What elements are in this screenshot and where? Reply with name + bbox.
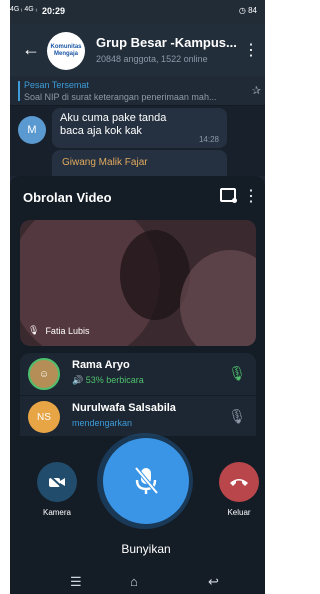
panel-title: Obrolan Video xyxy=(23,190,112,205)
back-nav-icon[interactable]: ↩ xyxy=(208,574,219,590)
mic-icon: 🎙 xyxy=(228,365,246,381)
status-time: 20:29 xyxy=(42,6,66,16)
message-text: Aku cuma pake tanda baca aja kok kak xyxy=(60,112,167,137)
home-icon[interactable]: ⌂ xyxy=(130,574,138,589)
participant-name: Rama Aryo xyxy=(72,359,130,371)
leave-label: Keluar xyxy=(227,508,251,517)
participant-row[interactable]: NS Nurulwafa Salsabila mendengarkan 🎙 xyxy=(20,396,256,436)
pinned-message[interactable]: Pesan Tersemat Soal NIP di surat keteran… xyxy=(10,76,265,106)
unmute-button[interactable] xyxy=(103,438,189,524)
muted-mic-icon: 🎙 xyxy=(28,325,40,335)
chat-area: M Aku cuma pake tanda baca aja kok kak 1… xyxy=(10,106,265,176)
message-avatar[interactable]: M xyxy=(18,116,46,144)
message-bubble[interactable]: Giwang Malik Fajar xyxy=(52,150,227,176)
menu-icon[interactable]: ☰ xyxy=(70,574,82,590)
status-bar: 4G ᵢ 4G ᵢ 20:29 ◷ 84 xyxy=(10,0,265,24)
mic-icon: 🎙 xyxy=(228,408,246,424)
video-blur xyxy=(180,250,256,346)
pinned-text: Soal NIP di surat keterangan penerimaan … xyxy=(24,92,217,102)
phone-screen: 4G ᵢ 4G ᵢ 20:29 ◷ 84 ← Komunitas Mengaja… xyxy=(10,0,265,594)
message-time: 14:28 xyxy=(198,135,219,144)
pinned-title: Pesan Tersemat xyxy=(24,80,89,90)
mic-off-icon xyxy=(134,466,159,495)
participant-status: 🔊 53% berbicara xyxy=(72,375,144,385)
group-avatar[interactable]: Komunitas Mengaja xyxy=(47,32,85,70)
camera-off-icon xyxy=(49,475,65,489)
video-name-label: 🎙 Fatia Lubis xyxy=(28,325,89,336)
group-subtitle: 20848 anggota, 1522 online xyxy=(96,54,208,64)
leave-button[interactable] xyxy=(219,462,259,502)
battery-indicator: ◷ 84 xyxy=(238,6,257,15)
pin-icon[interactable]: ✰ xyxy=(252,84,261,97)
video-tile[interactable]: 🎙 Fatia Lubis xyxy=(20,220,256,346)
avatar: ☺ xyxy=(28,358,60,390)
participant-name: Nurulwafa Salsabila xyxy=(72,402,176,414)
camera-button[interactable] xyxy=(37,462,77,502)
signal-indicator: 4G ᵢ 4G ᵢ xyxy=(10,6,37,13)
chat-header: ← Komunitas Mengaja Grup Besar -Kampus..… xyxy=(10,24,265,76)
panel-more-icon[interactable]: ⋮ xyxy=(243,186,259,206)
unmute-label: Bunyikan xyxy=(121,542,171,556)
avatar: NS xyxy=(28,401,60,433)
video-name: Fatia Lubis xyxy=(45,325,90,336)
more-options-icon[interactable]: ⋮ xyxy=(243,40,259,60)
screen-share-icon[interactable] xyxy=(220,188,237,203)
camera-label: Kamera xyxy=(42,508,71,517)
pinned-bar xyxy=(18,81,20,101)
message-sender: Giwang Malik Fajar xyxy=(62,157,148,168)
participant-row[interactable]: ☺ Rama Aryo 🔊 53% berbicara 🎙 xyxy=(20,353,256,395)
hang-up-icon xyxy=(230,479,248,486)
participant-status: mendengarkan xyxy=(72,418,133,428)
video-chat-panel: Obrolan Video ⋮ 🎙 Fatia Lubis ☺ Rama Ary… xyxy=(10,176,265,594)
back-arrow-icon[interactable]: ← xyxy=(22,40,40,58)
system-navbar: ☰ ⌂ ↩ xyxy=(10,572,265,594)
message-bubble[interactable]: Aku cuma pake tanda baca aja kok kak 14:… xyxy=(52,108,227,148)
group-title[interactable]: Grup Besar -Kampus... xyxy=(96,35,244,50)
